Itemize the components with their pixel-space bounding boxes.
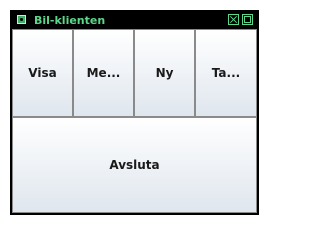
window-title: Bil-klienten bbox=[34, 14, 106, 27]
me-button[interactable]: Me... bbox=[73, 29, 134, 117]
visa-button[interactable]: Visa bbox=[12, 29, 73, 117]
avsluta-button[interactable]: Avsluta bbox=[12, 117, 257, 213]
ta-button[interactable]: Ta... bbox=[195, 29, 257, 117]
app-icon[interactable] bbox=[17, 15, 26, 24]
close-icon[interactable] bbox=[228, 14, 239, 25]
app-window: Bil-klienten Visa Me... Ny Ta... Avsluta bbox=[10, 10, 259, 215]
ny-button[interactable]: Ny bbox=[134, 29, 195, 117]
maximize-icon[interactable] bbox=[242, 14, 253, 25]
button-panel: Visa Me... Ny Ta... Avsluta bbox=[12, 29, 257, 213]
title-bar[interactable]: Bil-klienten bbox=[12, 12, 257, 29]
